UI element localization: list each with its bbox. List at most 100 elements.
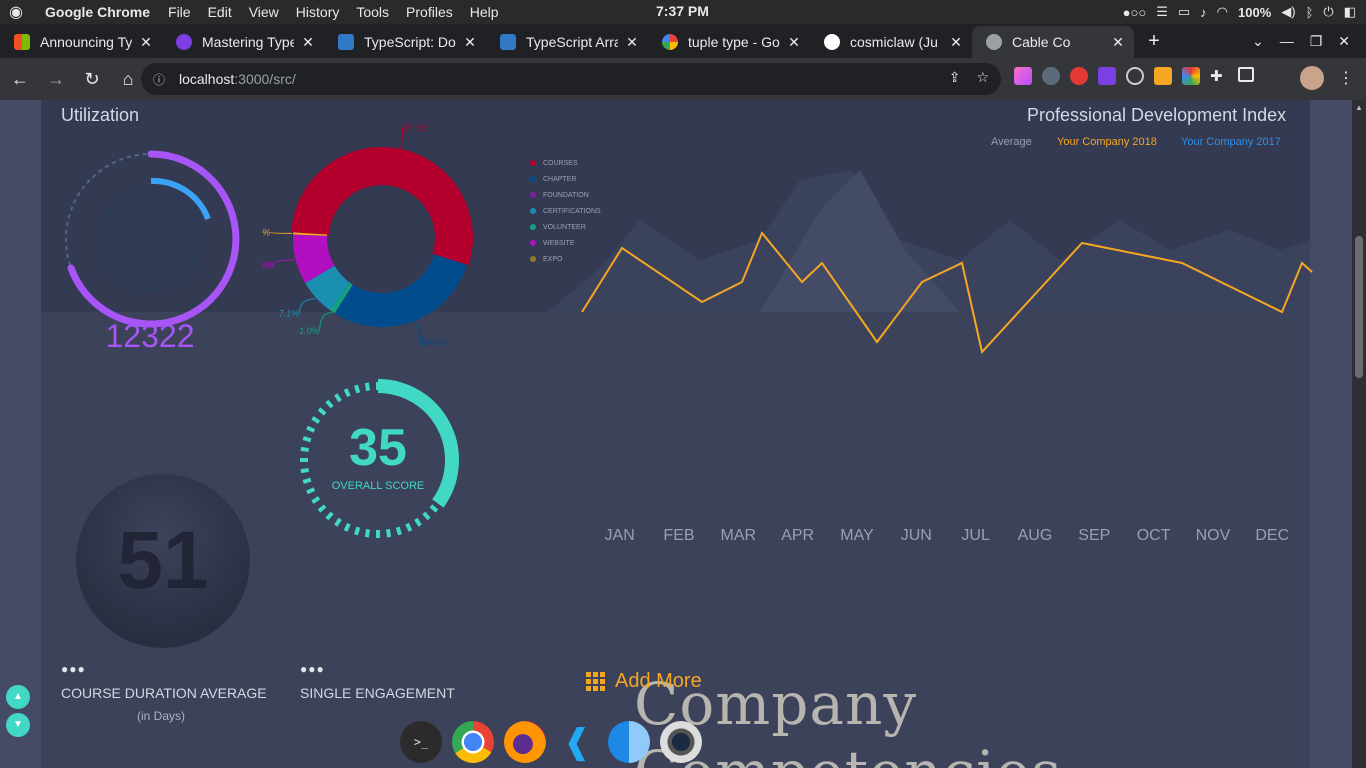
share-icon[interactable]: ⇪ — [949, 69, 961, 86]
menu-history[interactable]: History — [296, 4, 340, 20]
menu-file[interactable]: File — [168, 4, 191, 20]
chrome-icon[interactable] — [452, 721, 494, 763]
month-sep: SEP — [1078, 527, 1111, 544]
add-more-button[interactable]: Add More — [586, 670, 702, 693]
minimize-icon[interactable]: — — [1280, 33, 1294, 49]
donut-slice-label: 30.8% — [421, 338, 447, 348]
more-menu-icon[interactable]: ⋮ — [1338, 68, 1354, 88]
month-aug: AUG — [1017, 527, 1053, 544]
donut-slice-volunteer[interactable] — [330, 282, 353, 314]
extension-color-icon[interactable] — [1182, 67, 1200, 85]
menu-view[interactable]: View — [249, 4, 279, 20]
stat1-menu-icon[interactable]: ●●● — [61, 662, 86, 676]
close-icon[interactable]: ✕ — [300, 34, 316, 51]
close-icon[interactable]: ✕ — [1110, 34, 1126, 51]
scroll-up-button[interactable]: ▲ — [6, 685, 30, 709]
battery-level[interactable]: 100% — [1238, 5, 1271, 20]
legend-item-foundation[interactable]: FOUNDATION — [530, 187, 601, 203]
donut-slice-certifications[interactable] — [305, 265, 351, 311]
app-name[interactable]: Google Chrome — [45, 4, 150, 20]
power-icon[interactable]: ⏻ — [1323, 4, 1333, 20]
terminal-icon[interactable]: >_ — [400, 721, 442, 763]
legend-dot — [530, 256, 536, 262]
home-icon[interactable]: ⌂ — [112, 69, 144, 90]
close-icon[interactable]: ✕ — [948, 34, 964, 51]
folder-icon[interactable]: ▭ — [1178, 4, 1190, 20]
engagement-value: 51 — [117, 515, 209, 606]
score-tick — [354, 384, 361, 394]
tab-mastering[interactable]: Mastering Type ✕ — [162, 26, 324, 58]
firefox-icon[interactable] — [504, 721, 546, 763]
camera-icon[interactable] — [660, 721, 702, 763]
volume-icon[interactable]: ◀) — [1281, 4, 1295, 20]
donut-leader-line — [412, 321, 422, 344]
profile-avatar[interactable] — [1300, 66, 1324, 90]
extension-notes-icon[interactable] — [1154, 67, 1172, 85]
donut-slice-website[interactable] — [293, 234, 335, 283]
bookmark-star-icon[interactable]: ☆ — [976, 69, 989, 86]
scroll-up-arrow-icon[interactable]: ▲ — [1355, 103, 1363, 112]
list-icon[interactable]: ☰ — [1156, 4, 1168, 20]
new-tab-button[interactable]: + — [1134, 26, 1174, 58]
info-icon[interactable]: ⓘ — [153, 71, 169, 88]
tab-github[interactable]: cosmiclaw (Ju ✕ — [810, 26, 972, 58]
legend-dot — [530, 176, 536, 182]
close-icon[interactable]: ✕ — [786, 34, 802, 51]
tray-toggle-icon[interactable]: ◧ — [1344, 4, 1356, 20]
score-tick — [385, 529, 392, 538]
extension-target-icon[interactable] — [1126, 67, 1144, 85]
menu-help[interactable]: Help — [470, 4, 499, 20]
wifi-icon[interactable]: ◠ — [1217, 4, 1228, 20]
extension-gradient-icon[interactable] — [1014, 67, 1032, 85]
legend-average[interactable]: Average — [991, 136, 1032, 148]
reload-icon[interactable]: ↻ — [76, 69, 108, 90]
finder-icon[interactable] — [608, 721, 650, 763]
stat2-menu-icon[interactable]: ●●● — [300, 662, 325, 676]
clock[interactable]: 7:37 PM — [656, 3, 709, 19]
legend-2018[interactable]: Your Company 2018 — [1057, 136, 1157, 148]
tab-typescript-arrays[interactable]: TypeScript Arra ✕ — [486, 26, 648, 58]
bell-icon[interactable]: ♪ — [1200, 5, 1207, 20]
puzzle-icon[interactable]: ✚ — [1210, 67, 1228, 85]
legend-item-expo[interactable]: EXPO — [530, 251, 601, 267]
tab-title: Mastering Type — [202, 34, 294, 50]
legend-item-website[interactable]: WEBSITE — [530, 235, 601, 251]
tab-search-icon[interactable]: ⌄ — [1252, 33, 1264, 50]
restore-icon[interactable]: ❐ — [1310, 33, 1323, 50]
donut-slice-chapter[interactable] — [334, 253, 467, 327]
extension-hand-icon[interactable] — [1070, 67, 1088, 85]
close-icon[interactable]: ✕ — [462, 34, 478, 51]
side-panel-icon[interactable] — [1238, 67, 1254, 82]
vscode-icon[interactable]: ❰ — [556, 721, 598, 763]
tab-google-search[interactable]: tuple type - Go ✕ — [648, 26, 810, 58]
forward-icon[interactable]: → — [40, 69, 72, 90]
tab-cable-co[interactable]: Cable Co ✕ — [972, 26, 1134, 58]
menu-tools[interactable]: Tools — [356, 4, 389, 20]
close-icon[interactable]: ✕ — [624, 34, 640, 51]
legend-item-courses[interactable]: COURSES — [530, 155, 601, 171]
tab-typescript-docs[interactable]: TypeScript: Do ✕ — [324, 26, 486, 58]
address-bar[interactable]: ⓘ localhost :3000/src/ ⇪ ☆ — [141, 63, 1001, 95]
donut-slice-label: 7.1% — [279, 309, 300, 319]
back-icon[interactable]: ← — [4, 69, 36, 90]
legend-item-chapter[interactable]: CHAPTER — [530, 171, 601, 187]
legend-item-volunteer[interactable]: VOLUNTEER — [530, 219, 601, 235]
extension-spy-icon[interactable] — [1042, 67, 1060, 85]
workspace-dots-icon[interactable]: ●○○ — [1123, 5, 1147, 20]
scroll-down-button[interactable]: ▼ — [6, 713, 30, 737]
close-window-icon[interactable]: ✕ — [1338, 33, 1350, 50]
score-tick — [343, 388, 351, 398]
extension-vue-icon[interactable] — [1098, 67, 1116, 85]
page-scrollbar[interactable]: ▲ — [1352, 100, 1366, 768]
legend-label: VOLUNTEER — [543, 223, 586, 231]
bluetooth-icon[interactable]: ᛒ — [1306, 5, 1314, 20]
close-icon[interactable]: ✕ — [138, 34, 154, 51]
tab-announcing[interactable]: Announcing Ty ✕ — [0, 26, 162, 58]
menu-profiles[interactable]: Profiles — [406, 4, 453, 20]
scrollbar-thumb[interactable] — [1355, 236, 1363, 378]
legend-item-certifications[interactable]: CERTIFICATIONS — [530, 203, 601, 219]
menu-edit[interactable]: Edit — [208, 4, 232, 20]
donut-slice-courses[interactable] — [291, 147, 473, 266]
os-logo-icon[interactable]: ◉ — [0, 2, 32, 22]
legend-2017[interactable]: Your Company 2017 — [1181, 136, 1281, 148]
